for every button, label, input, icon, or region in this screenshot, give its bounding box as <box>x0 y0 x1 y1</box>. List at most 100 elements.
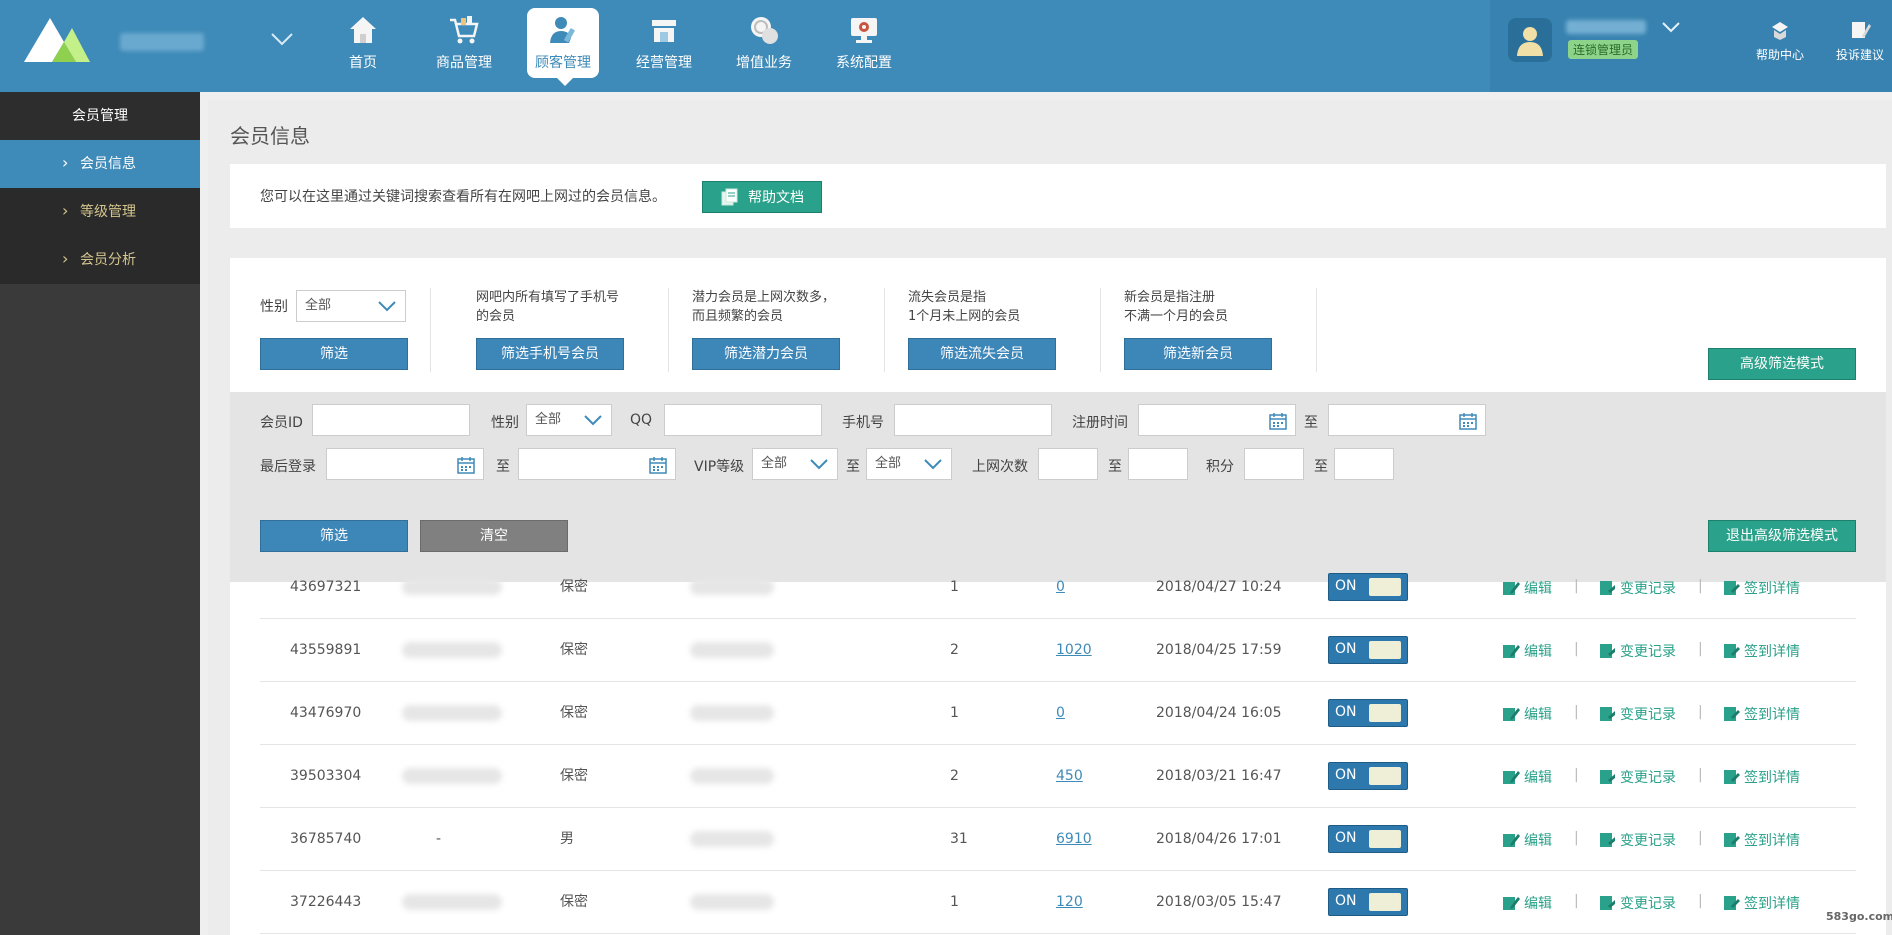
edit-button[interactable]: 编辑 <box>1502 830 1552 850</box>
points-to-label: 至 <box>1314 459 1328 475</box>
filter-lost-members-button[interactable]: 筛选流失会员 <box>908 338 1056 370</box>
register-time-label: 注册时间 <box>1072 415 1128 431</box>
member-id: 36785740 <box>290 831 362 847</box>
vip-level-from-select[interactable]: 全部 <box>752 448 838 480</box>
register-time-start-input[interactable] <box>1138 404 1296 436</box>
exit-advanced-filter-button[interactable]: 退出高级筛选模式 <box>1708 520 1856 552</box>
member-phone-blurred <box>690 831 774 847</box>
status-toggle[interactable]: ON <box>1328 762 1408 790</box>
change-log-button[interactable]: 变更记录 <box>1598 830 1676 850</box>
filter-phone-members-button[interactable]: 筛选手机号会员 <box>476 338 624 370</box>
points-link[interactable]: 450 <box>1056 745 1083 807</box>
change-log-button[interactable]: 变更记录 <box>1598 578 1676 598</box>
sidebar-item-member-info[interactable]: 会员信息 <box>0 139 200 188</box>
sidebar-item-member-analysis[interactable]: 会员分析 <box>0 235 200 284</box>
checkin-detail-button[interactable]: 签到详情 <box>1722 578 1800 598</box>
quick-filter-panel: 性别 全部 筛选 网吧内所有填写了手机号 的会员 筛选手机号会员 潜力会员是上网… <box>230 258 1886 392</box>
adv-gender-select[interactable]: 全部 <box>526 404 612 436</box>
points-link[interactable]: 0 <box>1056 682 1065 744</box>
points-link[interactable]: 1020 <box>1056 619 1092 681</box>
edit-button[interactable]: 编辑 <box>1502 704 1552 724</box>
action-separator: | <box>1574 641 1579 657</box>
phone-member-desc: 网吧内所有填写了手机号 的会员 <box>476 290 620 324</box>
change-log-button[interactable]: 变更记录 <box>1598 767 1676 787</box>
change-log-button[interactable]: 变更记录 <box>1598 704 1676 724</box>
nav-business-management[interactable]: 经营管理 <box>628 8 700 78</box>
checkin-detail-button[interactable]: 签到详情 <box>1722 641 1800 661</box>
chevron-down-icon <box>378 301 396 312</box>
username-blurred <box>1566 20 1646 34</box>
action-separator: | <box>1698 830 1703 846</box>
action-separator: | <box>1574 830 1579 846</box>
checkin-detail-button[interactable]: 签到详情 <box>1722 704 1800 724</box>
table-row: 43559891 保密 2 1020 2018/04/25 17:59 ON 编… <box>260 619 1856 682</box>
phone-input[interactable] <box>894 404 1052 436</box>
top-navigation-bar: 首页 商品管理 顾客管理 经营管理 增值业务 系统配置 连锁管理员 帮助中心 投… <box>0 0 1892 92</box>
checkin-detail-button[interactable]: 签到详情 <box>1722 893 1800 913</box>
nav-system-config[interactable]: 系统配置 <box>828 8 900 78</box>
register-time-end-input[interactable] <box>1328 404 1486 436</box>
sidebar-item-level-management[interactable]: 等级管理 <box>0 187 200 236</box>
nav-product-management[interactable]: 商品管理 <box>428 8 500 78</box>
help-center-button[interactable]: 帮助中心 <box>1750 18 1810 63</box>
info-box: 您可以在这里通过关键词搜索查看所有在网吧上网过的会员信息。 帮助文档 <box>230 164 1886 228</box>
edit-button[interactable]: 编辑 <box>1502 578 1552 598</box>
user-menu-chevron-icon[interactable] <box>1660 18 1682 36</box>
help-doc-button[interactable]: 帮助文档 <box>702 181 822 213</box>
change-log-button[interactable]: 变更记录 <box>1598 641 1676 661</box>
shop-switch-chevron-icon[interactable] <box>266 28 298 52</box>
points-link[interactable]: 120 <box>1056 871 1083 933</box>
feedback-button[interactable]: 投诉建议 <box>1830 18 1890 63</box>
home-icon <box>350 17 376 43</box>
points-min-input[interactable] <box>1244 448 1304 480</box>
member-gender: 保密 <box>560 768 588 784</box>
last-login-time: 2018/04/25 17:59 <box>1156 642 1282 658</box>
advanced-filter-panel: 会员ID 性别 全部 QQ 手机号 注册时间 至 最后登录 至 VIP等级 全部 <box>230 392 1886 582</box>
quick-gender-select[interactable]: 全部 <box>296 290 406 322</box>
status-toggle[interactable]: ON <box>1328 573 1408 601</box>
last-login-time: 2018/03/21 16:47 <box>1156 768 1282 784</box>
status-toggle[interactable]: ON <box>1328 699 1408 727</box>
clear-filter-button[interactable]: 清空 <box>420 520 568 552</box>
points-max-input[interactable] <box>1334 448 1394 480</box>
advanced-filter-mode-button[interactable]: 高级筛选模式 <box>1708 348 1856 380</box>
vip-level-to-select[interactable]: 全部 <box>866 448 952 480</box>
nav-home[interactable]: 首页 <box>327 8 399 78</box>
toggle-knob <box>1369 893 1401 911</box>
quick-filter-button[interactable]: 筛选 <box>260 338 408 370</box>
avatar[interactable] <box>1508 18 1552 62</box>
last-login-time: 2018/04/26 17:01 <box>1156 831 1282 847</box>
advanced-filter-button[interactable]: 筛选 <box>260 520 408 552</box>
member-id-input[interactable] <box>312 404 470 436</box>
chevron-down-icon <box>924 459 942 470</box>
edit-button[interactable]: 编辑 <box>1502 893 1552 913</box>
visit-count: 2 <box>950 768 959 784</box>
visit-count-min-input[interactable] <box>1038 448 1098 480</box>
visit-count: 2 <box>950 642 959 658</box>
last-login-end-input[interactable] <box>518 448 676 480</box>
visit-count-max-input[interactable] <box>1128 448 1188 480</box>
checkin-detail-button[interactable]: 签到详情 <box>1722 767 1800 787</box>
status-toggle[interactable]: ON <box>1328 888 1408 916</box>
status-toggle[interactable]: ON <box>1328 636 1408 664</box>
points-link[interactable]: 6910 <box>1056 808 1092 870</box>
divider <box>430 288 431 372</box>
last-login-start-input[interactable] <box>326 448 484 480</box>
checkin-detail-button[interactable]: 签到详情 <box>1722 830 1800 850</box>
change-log-button[interactable]: 变更记录 <box>1598 893 1676 913</box>
nav-value-added-services[interactable]: 增值业务 <box>728 8 800 78</box>
qq-input[interactable] <box>664 404 822 436</box>
change-log-icon <box>1600 707 1615 721</box>
feedback-icon <box>1852 22 1871 38</box>
toggle-knob <box>1369 830 1401 848</box>
points-link[interactable]: 0 <box>1056 556 1065 618</box>
edit-button[interactable]: 编辑 <box>1502 767 1552 787</box>
watermark: 583go.com <box>1826 910 1892 923</box>
status-toggle[interactable]: ON <box>1328 825 1408 853</box>
edit-button[interactable]: 编辑 <box>1502 641 1552 661</box>
filter-new-members-button[interactable]: 筛选新会员 <box>1124 338 1272 370</box>
action-separator: | <box>1698 893 1703 909</box>
brand-logo-icon <box>24 18 90 62</box>
nav-customer-management[interactable]: 顾客管理 <box>527 8 599 86</box>
filter-potential-members-button[interactable]: 筛选潜力会员 <box>692 338 840 370</box>
